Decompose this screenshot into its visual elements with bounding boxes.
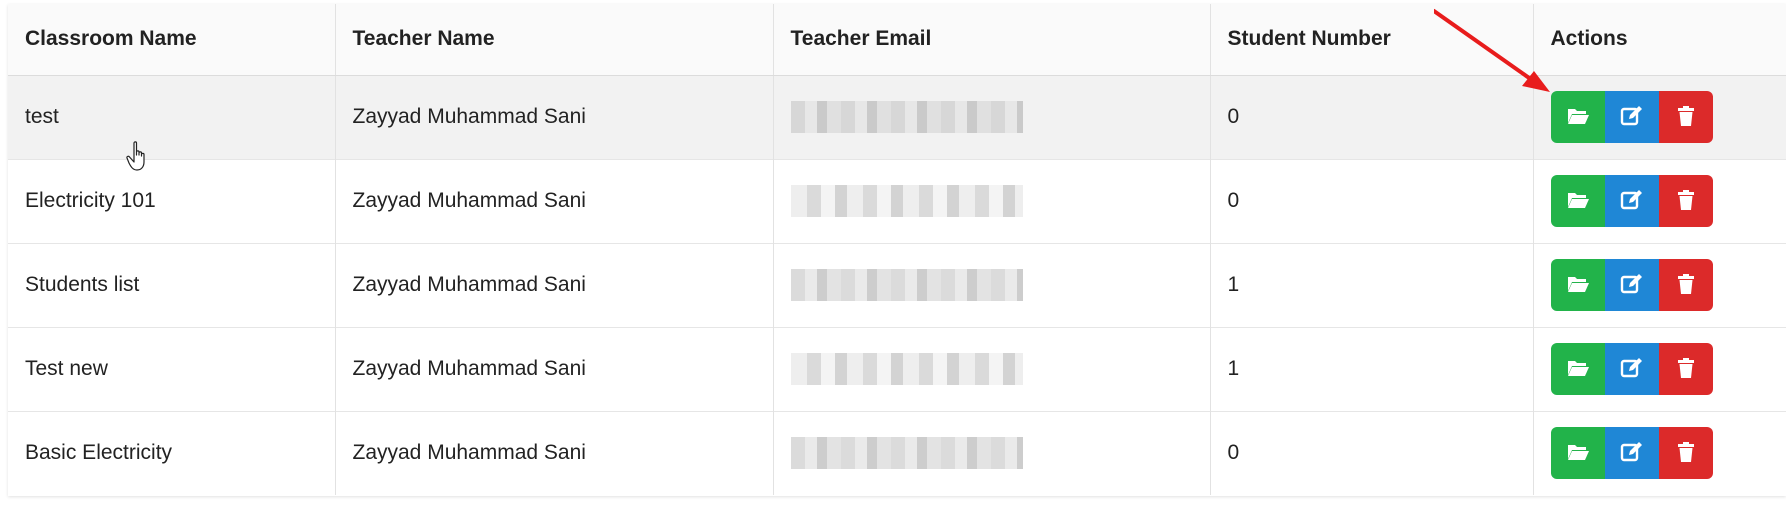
table-header-row: Classroom Name Teacher Name Teacher Emai… (8, 4, 1786, 76)
trash-icon (1674, 189, 1698, 214)
redacted-email (790, 101, 1023, 133)
teacher-name-cell: Zayyad Muhammad Sani (335, 159, 774, 243)
column-header-teacher-email[interactable]: Teacher Email (773, 4, 1211, 76)
folder-open-icon (1566, 105, 1590, 130)
redacted-email (790, 437, 1023, 470)
redacted-email (790, 185, 1023, 217)
column-header-classroom-name[interactable]: Classroom Name (8, 4, 336, 76)
teacher-email-cell (773, 411, 1211, 495)
edit-icon (1620, 105, 1644, 130)
classroom-name-cell: Students list (8, 243, 336, 327)
column-header-teacher-name[interactable]: Teacher Name (335, 4, 774, 76)
delete-classroom-button[interactable] (1658, 175, 1713, 227)
column-header-actions: Actions (1533, 4, 1786, 76)
edit-classroom-button[interactable] (1604, 259, 1659, 311)
action-button-group (1550, 175, 1713, 227)
hand-cursor-icon (126, 141, 145, 171)
actions-cell (1533, 75, 1786, 159)
teacher-name-cell: Zayyad Muhammad Sani (335, 243, 774, 327)
table-row[interactable]: test Zayyad Muhammad Sani 0 (8, 75, 1786, 159)
action-button-group (1550, 259, 1713, 311)
classroom-name-cell: Test new (8, 327, 336, 411)
edit-classroom-button[interactable] (1604, 343, 1659, 395)
delete-classroom-button[interactable] (1658, 343, 1713, 395)
edit-icon (1620, 189, 1644, 214)
classroom-name-cell: Basic Electricity (8, 411, 336, 495)
table-row[interactable]: Test new Zayyad Muhammad Sani 1 (8, 327, 1786, 411)
view-classroom-button[interactable] (1550, 427, 1605, 480)
student-number-cell: 1 (1210, 327, 1534, 411)
classroom-name-cell: test (8, 75, 336, 159)
action-button-group (1550, 343, 1713, 395)
student-number-cell: 0 (1210, 411, 1534, 495)
folder-open-icon (1566, 441, 1590, 466)
teacher-name-cell: Zayyad Muhammad Sani (335, 75, 774, 159)
edit-icon (1620, 441, 1644, 466)
folder-open-icon (1566, 189, 1590, 214)
trash-icon (1674, 357, 1698, 382)
edit-classroom-button[interactable] (1604, 175, 1659, 227)
student-number-cell: 0 (1210, 159, 1534, 243)
edit-classroom-button[interactable] (1604, 427, 1659, 480)
teacher-email-cell (773, 327, 1211, 411)
edit-icon (1620, 357, 1644, 382)
redacted-email (790, 353, 1023, 385)
view-classroom-button[interactable] (1550, 91, 1605, 143)
actions-cell (1533, 327, 1786, 411)
table-row[interactable]: Basic Electricity Zayyad Muhammad Sani 0 (8, 411, 1786, 495)
teacher-name-cell: Zayyad Muhammad Sani (335, 411, 774, 495)
action-button-group (1550, 427, 1713, 480)
column-header-student-number[interactable]: Student Number (1210, 4, 1534, 76)
teacher-email-cell (773, 243, 1211, 327)
view-classroom-button[interactable] (1550, 343, 1605, 395)
actions-cell (1533, 159, 1786, 243)
redacted-email (790, 269, 1023, 301)
table-row[interactable]: Electricity 101 Zayyad Muhammad Sani 0 (8, 159, 1786, 243)
table-row[interactable]: Students list Zayyad Muhammad Sani 1 (8, 243, 1786, 327)
folder-open-icon (1566, 273, 1590, 298)
edit-classroom-button[interactable] (1604, 91, 1659, 143)
trash-icon (1674, 273, 1698, 298)
classroom-name-cell: Electricity 101 (8, 159, 336, 243)
delete-classroom-button[interactable] (1658, 427, 1713, 480)
student-number-cell: 0 (1210, 75, 1534, 159)
trash-icon (1674, 105, 1698, 130)
student-number-cell: 1 (1210, 243, 1534, 327)
actions-cell (1533, 243, 1786, 327)
view-classroom-button[interactable] (1550, 259, 1605, 311)
actions-cell (1533, 411, 1786, 495)
trash-icon (1674, 441, 1698, 466)
delete-classroom-button[interactable] (1658, 259, 1713, 311)
classroom-table-card: Classroom Name Teacher Name Teacher Emai… (8, 4, 1786, 496)
action-button-group (1550, 91, 1713, 143)
view-classroom-button[interactable] (1550, 175, 1605, 227)
classroom-table: Classroom Name Teacher Name Teacher Emai… (8, 4, 1786, 495)
delete-classroom-button[interactable] (1658, 91, 1713, 143)
teacher-email-cell (773, 159, 1211, 243)
folder-open-icon (1566, 357, 1590, 382)
edit-icon (1620, 273, 1644, 298)
teacher-email-cell (773, 75, 1211, 159)
teacher-name-cell: Zayyad Muhammad Sani (335, 327, 774, 411)
